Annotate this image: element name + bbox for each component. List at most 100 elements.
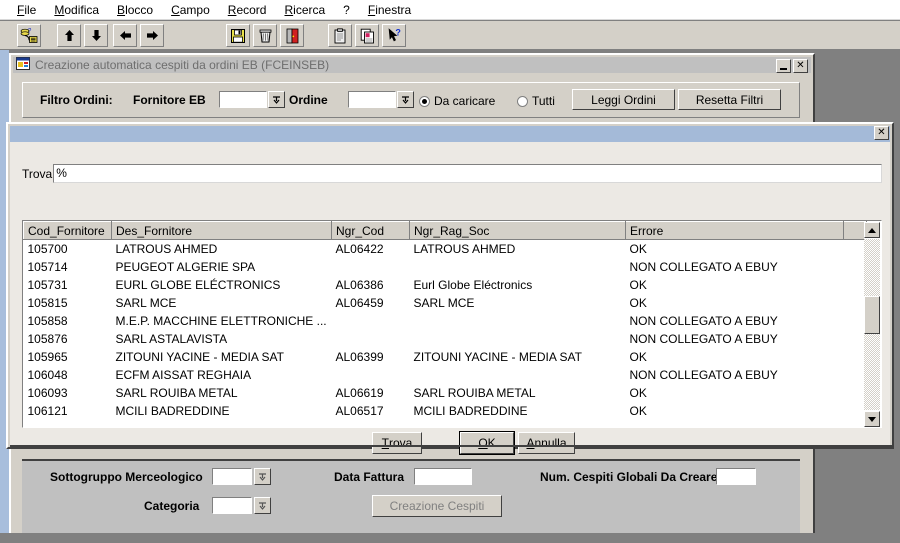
dropdown-arrow-icon — [402, 96, 409, 104]
lov-results-grid[interactable]: Cod_Fornitore Des_Fornitore Ngr_Cod Ngr_… — [22, 220, 882, 428]
cell-ngr-cod: AL06517 — [335, 404, 384, 418]
table-row[interactable]: 105815 SARL MCE AL06459 SARL MCE OK — [24, 294, 867, 312]
save-button[interactable] — [226, 24, 250, 47]
toolbar-group-edit — [226, 24, 304, 47]
cell-cod-fornitore: 105731 — [27, 278, 68, 292]
dropdown-arrow-icon — [259, 473, 266, 481]
table-row[interactable]: 105876 SARL ASTALAVISTA NON COLLEGATO A … — [24, 330, 867, 348]
cell-ngr-cod — [332, 312, 410, 330]
toolbar: ? ? — [0, 21, 900, 50]
form-window-icon — [16, 57, 30, 73]
radio-tutti[interactable]: Tutti — [517, 94, 555, 108]
lov-close-button[interactable]: ✕ — [874, 126, 889, 140]
find-input[interactable]: % — [53, 164, 882, 183]
cell-errore: OK — [629, 278, 647, 292]
lov-titlebar[interactable] — [10, 126, 890, 142]
radio-tutti-label: Tutti — [532, 94, 555, 108]
menu-item-help[interactable]: ? — [334, 1, 359, 19]
cell-cod-fornitore: 106048 — [27, 368, 68, 382]
previous-record-button[interactable] — [57, 24, 81, 47]
previous-block-button[interactable] — [113, 24, 137, 47]
scrollbar-thumb[interactable] — [864, 296, 880, 334]
cell-des-fornitore: ECFM AISSAT REGHAIA — [115, 368, 252, 382]
cell-ngr-rag-soc: SARL MCE — [413, 296, 475, 310]
table-row[interactable]: 105965 ZITOUNI YACINE - MEDIA SAT AL0639… — [24, 348, 867, 366]
categoria-label: Categoria — [144, 499, 200, 513]
table-row[interactable]: 106093 SARL ROUIBA METAL AL06619 SARL RO… — [24, 384, 867, 402]
menu-item-file[interactable]: File — [8, 1, 45, 19]
fornitore-eb-label: Fornitore EB — [133, 93, 206, 107]
form-window-titlebar[interactable]: Creazione automatica cespiti da ordini E… — [13, 57, 811, 73]
application-window: File Modifica Blocco Campo Record Ricerc… — [0, 0, 900, 543]
sottogruppo-merceologico-input[interactable] — [212, 468, 252, 485]
table-row[interactable]: 106048 ECFM AISSAT REGHAIA NON COLLEGATO… — [24, 366, 867, 384]
form-window-buttons: ✕ — [776, 59, 808, 73]
data-fattura-input[interactable] — [414, 468, 472, 485]
column-header-ngr-cod[interactable]: Ngr_Cod — [331, 221, 410, 240]
cell-cod-fornitore: 105700 — [27, 242, 68, 256]
lov-body: Trova % Cod_Fornitore Des_Fornitore Ngr_… — [10, 142, 894, 454]
ordine-input[interactable] — [348, 91, 396, 108]
column-header-errore[interactable]: Errore — [625, 221, 844, 240]
ordine-lov-button[interactable] — [397, 91, 414, 108]
column-header-des-fornitore[interactable]: Des_Fornitore — [111, 221, 332, 240]
categoria-input[interactable] — [212, 497, 252, 514]
copy-records-icon — [360, 28, 375, 44]
cell-ngr-rag-soc: ZITOUNI YACINE - MEDIA SAT — [413, 350, 582, 364]
scroll-up-button[interactable] — [864, 222, 880, 238]
trova-button[interactable]: Trova — [372, 432, 422, 454]
down-arrow-icon — [868, 416, 876, 422]
toolbar-group-records — [57, 24, 108, 47]
svg-text:?: ? — [395, 28, 401, 38]
table-row[interactable]: 105731 EURL GLOBE ELÉCTRONICS AL06386 Eu… — [24, 276, 867, 294]
resetta-filtri-button[interactable]: Resetta Filtri — [678, 89, 781, 110]
creazione-cespiti-button[interactable]: Creazione Cespiti — [372, 495, 502, 517]
list-of-values-button[interactable] — [328, 24, 352, 47]
duplicate-record-button[interactable] — [355, 24, 379, 47]
results-table-head: Cod_Fornitore Des_Fornitore Ngr_Cod Ngr_… — [23, 221, 867, 240]
enter-query-button[interactable]: ? — [17, 24, 41, 47]
column-header-cod-fornitore[interactable]: Cod_Fornitore — [23, 221, 112, 240]
cell-errore: OK — [629, 350, 647, 364]
trash-icon — [258, 28, 273, 44]
help-button[interactable]: ? — [382, 24, 406, 47]
sottogruppo-lov-button[interactable] — [254, 468, 271, 485]
close-button[interactable]: ✕ — [793, 59, 808, 73]
toolbar-group-tools: ? — [328, 24, 406, 47]
scroll-down-button[interactable] — [864, 411, 880, 427]
menu-item-ricerca[interactable]: Ricerca — [275, 1, 334, 19]
annulla-button[interactable]: Annulla — [518, 432, 575, 454]
table-row[interactable]: 105700 LATROUS AHMED AL06422 LATROUS AHM… — [24, 240, 867, 259]
table-row[interactable]: 106121 MCILI BADREDDINE AL06517 MCILI BA… — [24, 402, 867, 420]
cell-cod-fornitore: 105965 — [27, 350, 68, 364]
ok-button[interactable]: OK — [460, 432, 514, 454]
next-block-button[interactable] — [140, 24, 164, 47]
results-vertical-scrollbar[interactable] — [864, 222, 880, 427]
table-row[interactable]: 105858 M.E.P. MACCHINE ELETTRONICHE ... … — [24, 312, 867, 330]
dropdown-arrow-icon — [273, 96, 280, 104]
leggi-ordini-button[interactable]: Leggi Ordini — [572, 89, 675, 110]
form-window-title: Creazione automatica cespiti da ordini E… — [35, 58, 330, 72]
categoria-lov-button[interactable] — [254, 497, 271, 514]
exit-button[interactable] — [280, 24, 304, 47]
table-row[interactable]: 105714 PEUGEOT ALGERIE SPA NON COLLEGATO… — [24, 258, 867, 276]
next-record-button[interactable] — [84, 24, 108, 47]
delete-record-button[interactable] — [253, 24, 277, 47]
menu-item-modifica[interactable]: Modifica — [45, 1, 108, 19]
cell-des-fornitore: PEUGEOT ALGERIE SPA — [115, 260, 256, 274]
num-cespiti-input[interactable] — [716, 468, 756, 485]
menu-item-campo[interactable]: Campo — [162, 1, 219, 19]
minimize-button[interactable] — [776, 59, 791, 73]
desktop-bottom-strip — [0, 533, 900, 543]
cell-errore: OK — [629, 296, 647, 310]
menu-item-blocco[interactable]: Blocco — [108, 1, 162, 19]
fornitore-eb-lov-button[interactable] — [268, 91, 285, 108]
fornitore-eb-input[interactable] — [219, 91, 267, 108]
data-fattura-label: Data Fattura — [334, 470, 405, 484]
column-header-ngr-rag-soc[interactable]: Ngr_Rag_Soc — [409, 221, 626, 240]
radio-da-caricare[interactable]: Da caricare — [419, 94, 495, 108]
menu-item-finestra[interactable]: Finestra — [359, 1, 420, 19]
cell-des-fornitore: M.E.P. MACCHINE ELETTRONICHE ... — [115, 314, 327, 328]
menu-item-record[interactable]: Record — [219, 1, 276, 19]
sottogruppo-merceologico-label: Sottogruppo Merceologico — [50, 470, 203, 484]
